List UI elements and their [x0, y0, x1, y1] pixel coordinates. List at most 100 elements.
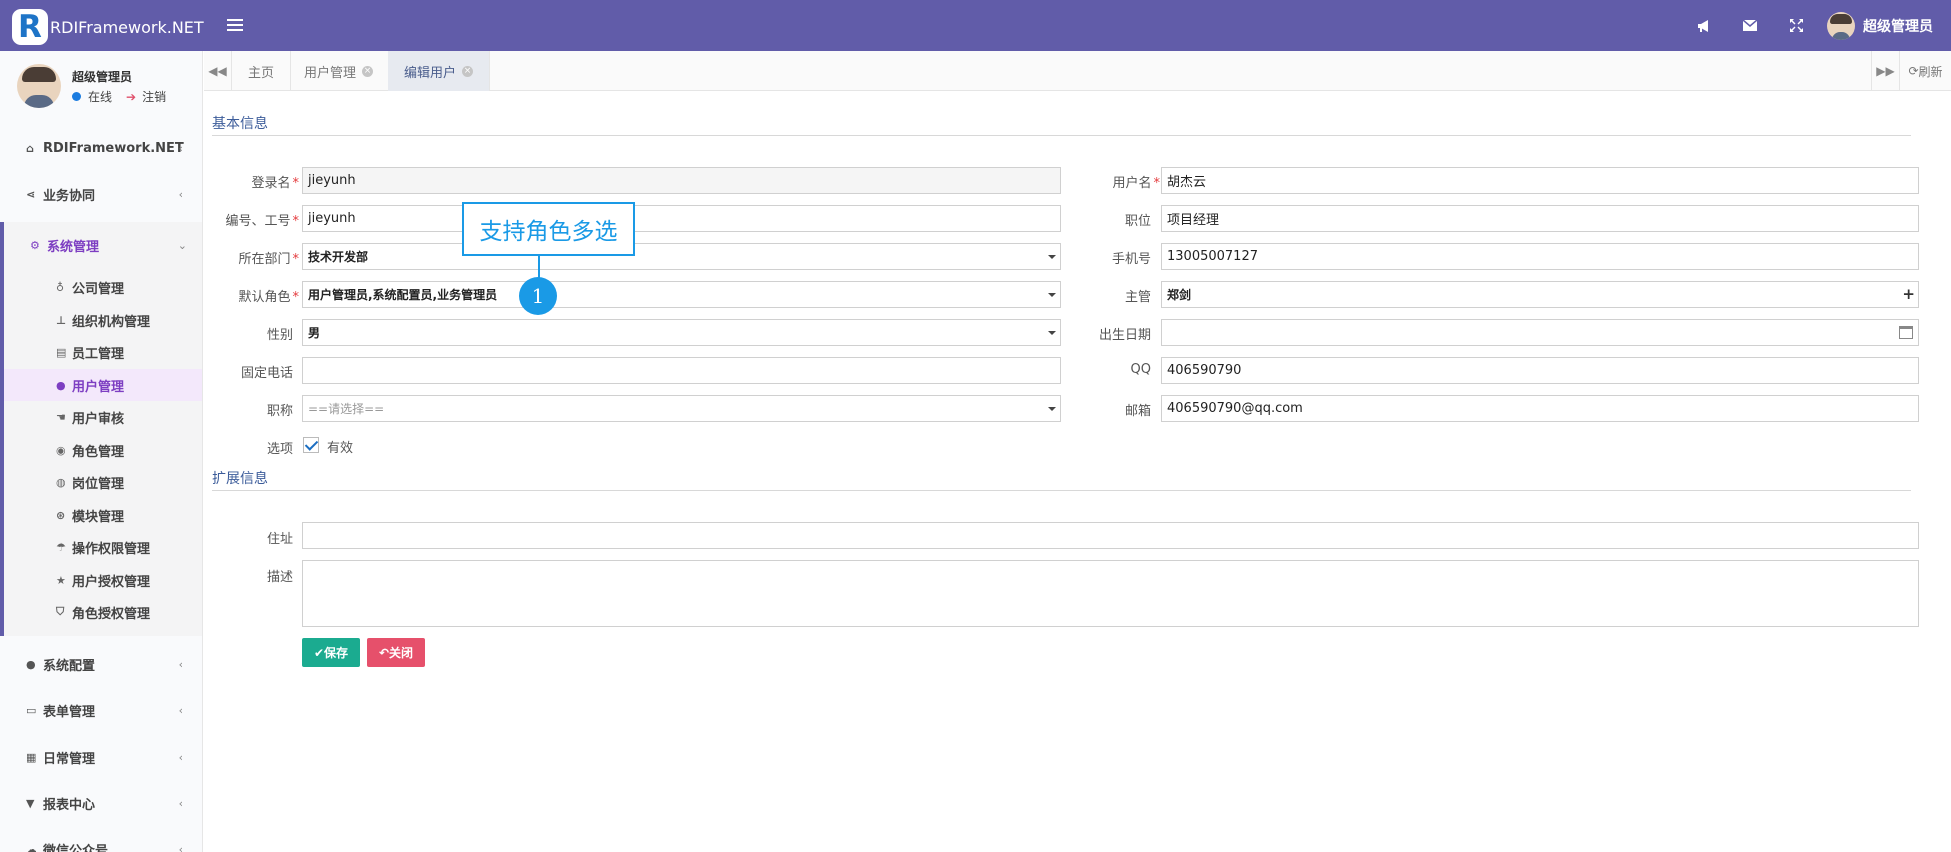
- menu-item-home[interactable]: ⌂ RDIFramework.NET ‹: [0, 125, 202, 171]
- audit-icon: ☚: [56, 410, 66, 424]
- manager-label: 主管: [1124, 290, 1151, 305]
- sidebar-item-roles[interactable]: ◉ 角色管理: [4, 434, 202, 466]
- caret-down-icon: [1048, 293, 1056, 297]
- umbrella-icon: ☂: [56, 540, 66, 554]
- save-button[interactable]: ✔ 保存: [302, 638, 360, 667]
- menu-item-daily[interactable]: ▦ 日常管理 ‹: [0, 734, 202, 780]
- menu-item-sysconfig[interactable]: ● 系统配置 ‹: [0, 641, 202, 687]
- sidebar-item-company[interactable]: ♁ 公司管理: [4, 271, 202, 303]
- avatar: [1827, 11, 1855, 40]
- tab-label: 主页: [248, 65, 275, 81]
- sidebar-item-role-auth[interactable]: ⛉ 角色授权管理: [4, 596, 202, 628]
- menu-item-forms[interactable]: ▭ 表单管理 ‹: [0, 687, 202, 733]
- chevron-down-icon: ⌄: [177, 238, 187, 252]
- chevron-left-icon: ‹: [178, 187, 183, 201]
- login-label: 登录名 *: [251, 176, 299, 191]
- sidebar-item-modules[interactable]: ⊛ 模块管理: [4, 499, 202, 531]
- wechat-icon: ☁: [26, 842, 37, 852]
- menu-item-system[interactable]: ⚙ 系统管理 ⌄: [4, 222, 202, 268]
- share-icon: ⋖: [26, 187, 36, 201]
- email-field[interactable]: 406590790@qq.com: [1161, 395, 1919, 422]
- description-textarea[interactable]: [302, 560, 1919, 627]
- role-label: 默认角色 *: [238, 290, 299, 305]
- sidebar-item-label: 员工管理: [72, 346, 125, 362]
- tab-scroll-right-icon[interactable]: ▶▶: [1871, 51, 1899, 91]
- callout-connector: [538, 256, 540, 278]
- menu-item-label: 报表中心: [43, 797, 96, 813]
- sidebar-item-user-auth[interactable]: ★ 用户授权管理: [4, 564, 202, 596]
- tab-scroll-left-icon[interactable]: ◀◀: [204, 51, 232, 91]
- module-icon: ⊛: [56, 508, 66, 522]
- code-label: 编号、工号 *: [225, 214, 299, 229]
- caret-down-icon: [1048, 407, 1056, 411]
- envelope-icon[interactable]: [1727, 0, 1773, 51]
- menu-item-collaboration[interactable]: ⋖ 业务协同 ‹: [0, 171, 202, 217]
- gender-select[interactable]: 男: [302, 319, 1061, 346]
- status-online: 在线: [88, 90, 113, 104]
- birth-date-field[interactable]: [1161, 319, 1919, 346]
- sidebar-item-posts[interactable]: ◍ 岗位管理: [4, 466, 202, 498]
- tab-edit-user[interactable]: 编辑用户 ×: [388, 51, 491, 91]
- sidebar-item-permissions[interactable]: ☂ 操作权限管理: [4, 531, 202, 563]
- check-icon: ✔: [313, 645, 325, 660]
- menu-item-label: 日常管理: [43, 751, 96, 767]
- close-button[interactable]: ↶ 关闭: [367, 638, 425, 667]
- sidebar-item-audit[interactable]: ☚ 用户审核: [4, 401, 202, 433]
- app-logo[interactable]: R RDIFramework.NET: [12, 9, 204, 45]
- plus-icon[interactable]: +: [1902, 285, 1915, 303]
- sidebar-item-label: 用户审核: [72, 411, 125, 427]
- close-icon[interactable]: ×: [462, 65, 474, 77]
- code-field[interactable]: jieyunh: [302, 205, 1061, 232]
- annotation-callout: 支持角色多选: [462, 202, 635, 256]
- close-icon[interactable]: ×: [362, 65, 374, 77]
- sidebar-item-label: 模块管理: [72, 509, 125, 525]
- valid-checkbox[interactable]: [303, 437, 319, 453]
- manager-field[interactable]: 郑剑 +: [1161, 281, 1919, 308]
- refresh-button[interactable]: ⟳ 刷新: [1899, 51, 1951, 91]
- dept-label: 所在部门 *: [238, 252, 299, 267]
- mobile-label: 手机号: [1111, 252, 1151, 267]
- tab-label: 编辑用户: [404, 65, 457, 81]
- tab-user-management[interactable]: 用户管理 ×: [288, 51, 391, 91]
- tab-home[interactable]: 主页: [232, 51, 292, 91]
- logout-icon[interactable]: ➔: [126, 90, 136, 104]
- login-field[interactable]: jieyunh: [302, 167, 1061, 194]
- filter-icon: ▼: [26, 796, 35, 810]
- calendar-icon: ▦: [26, 750, 37, 764]
- top-user-menu[interactable]: 超级管理员: [1819, 11, 1951, 40]
- sidebar-item-label: 角色授权管理: [72, 606, 151, 622]
- qq-field[interactable]: 406590790: [1161, 357, 1919, 384]
- fullscreen-icon[interactable]: [1773, 0, 1819, 51]
- gender-label: 性别: [266, 328, 293, 343]
- menu-item-reports[interactable]: ▼ 报表中心 ‹: [0, 780, 202, 826]
- address-label: 住址: [266, 532, 293, 547]
- dept-select[interactable]: 技术开发部: [302, 243, 1061, 270]
- menu-item-wechat[interactable]: ☁ 微信公众号 ‹: [0, 826, 202, 852]
- form-icon: ▭: [26, 703, 37, 717]
- sidebar-item-org[interactable]: ⊥ 组织机构管理: [4, 304, 202, 336]
- calendar-icon[interactable]: [1899, 326, 1913, 339]
- logout-link[interactable]: 注销: [142, 88, 166, 105]
- username-field[interactable]: 胡杰云: [1161, 167, 1919, 194]
- mobile-field[interactable]: 13005007127: [1161, 243, 1919, 270]
- position-field[interactable]: 项目经理: [1161, 205, 1919, 232]
- circle-icon: ●: [26, 657, 36, 671]
- desc-label: 描述: [266, 570, 293, 585]
- tab-bar: ◀◀ 主页 用户管理 × 编辑用户 × ▶▶ ⟳ 刷新: [204, 51, 1951, 91]
- bullhorn-icon[interactable]: [1681, 0, 1727, 51]
- phone-field[interactable]: [302, 357, 1061, 384]
- shield-icon: ⛉: [56, 605, 65, 618]
- sitemap-icon: ⊥: [56, 313, 67, 327]
- sidebar-item-staff[interactable]: ▤ 员工管理: [4, 336, 202, 368]
- sidebar-item-users[interactable]: ● 用户管理: [4, 369, 202, 401]
- home-icon: ⌂: [26, 141, 34, 155]
- sidebar-toggle-icon[interactable]: [227, 16, 243, 34]
- sidebar-item-label: 角色管理: [72, 444, 125, 460]
- title-select[interactable]: ==请选择==: [302, 395, 1061, 422]
- chevron-left-icon: ‹: [178, 703, 183, 717]
- options-label: 选项: [266, 442, 293, 457]
- address-field[interactable]: [302, 522, 1919, 549]
- role-multiselect[interactable]: 用户管理员,系统配置员,业务管理员: [302, 281, 1061, 308]
- user-icon: ●: [56, 378, 66, 392]
- chevron-left-icon: ‹: [178, 657, 183, 671]
